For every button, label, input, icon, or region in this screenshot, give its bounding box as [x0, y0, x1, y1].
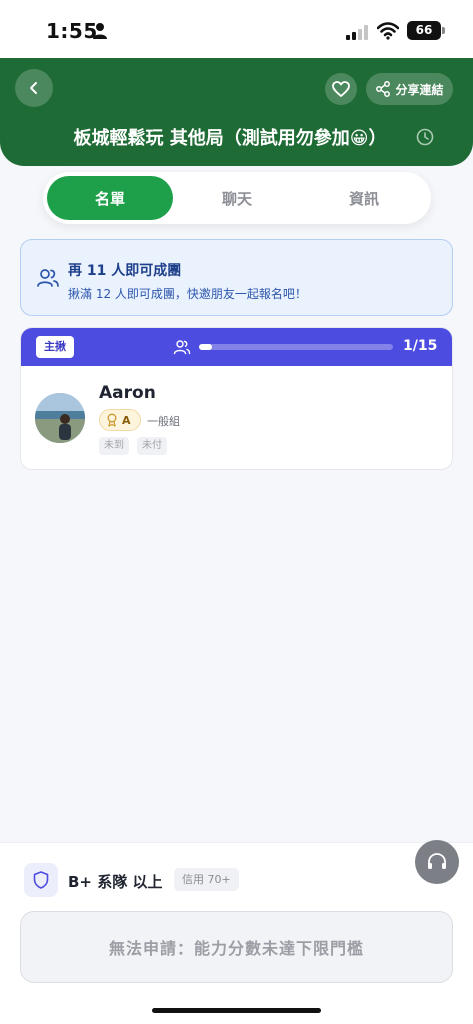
group-threshold-banner: 再 11 人即可成團 揪滿 12 人即可成團，快邀朋友一起報名吧！ [20, 239, 453, 316]
people-icon [173, 340, 191, 355]
home-indicator [152, 1008, 321, 1013]
person-icon [93, 23, 107, 39]
status-bar: 1:55 66 [0, 0, 473, 58]
clock-icon[interactable] [415, 127, 435, 147]
favorite-button[interactable] [325, 73, 357, 105]
roster-progress-fill [199, 344, 212, 350]
share-link-button[interactable]: 分享連結 [366, 73, 453, 105]
battery-icon: 66 [407, 21, 441, 40]
grade-badge: A [99, 409, 141, 431]
tab-info[interactable]: 資訊 [301, 176, 427, 220]
roster-count: 1/15 [403, 338, 438, 354]
signal-icon [346, 24, 370, 40]
roster-card: 主揪 1/15 Aaron A 一般組 未到 未付 [20, 327, 453, 470]
grade-letter: A [122, 413, 131, 427]
back-button[interactable] [15, 69, 53, 107]
roster-card-header: 主揪 1/15 [21, 328, 452, 366]
chevron-left-icon [30, 82, 37, 94]
apply-panel: B+ 系隊 以上 信用 70+ 無法申請：能力分數未達下限門檻 [0, 842, 473, 1024]
avatar[interactable] [35, 393, 85, 443]
status-time: 1:55 [46, 19, 98, 43]
tab-bar: 名單 聊天 資訊 [43, 172, 431, 224]
medal-icon [107, 413, 117, 427]
requirement-icon-box [24, 863, 58, 897]
status-tag-payment: 未付 [137, 437, 167, 455]
banner-subtitle: 揪滿 12 人即可成團，快邀朋友一起報名吧！ [68, 287, 307, 301]
share-link-label: 分享連結 [395, 82, 444, 97]
battery-tip [442, 27, 445, 34]
headset-icon [428, 853, 446, 869]
shield-icon [33, 871, 49, 889]
member-name: Aaron [99, 383, 156, 403]
host-badge: 主揪 [36, 336, 74, 358]
credit-badge: 信用 70+ [174, 868, 239, 891]
heart-icon [332, 81, 350, 97]
share-icon [376, 81, 391, 97]
member-group: 一般組 [147, 415, 180, 428]
users-icon [37, 269, 59, 287]
requirement-level: B+ 系隊 以上 [68, 873, 163, 891]
event-header: 分享連結 板城輕鬆玩 其他局（測試用勿參加😀） [0, 58, 473, 166]
tab-roster[interactable]: 名單 [47, 176, 173, 220]
apply-button[interactable]: 無法申請：能力分數未達下限門檻 [20, 911, 453, 983]
status-tag-arrival: 未到 [99, 437, 129, 455]
event-title: 板城輕鬆玩 其他局（測試用勿參加😀） [73, 128, 387, 149]
avatar-photo [35, 393, 85, 443]
tab-chat[interactable]: 聊天 [174, 176, 300, 220]
wifi-icon [377, 22, 399, 40]
roster-progress-bar [199, 344, 393, 350]
banner-title: 再 11 人即可成團 [68, 263, 182, 279]
support-button[interactable] [415, 840, 459, 884]
